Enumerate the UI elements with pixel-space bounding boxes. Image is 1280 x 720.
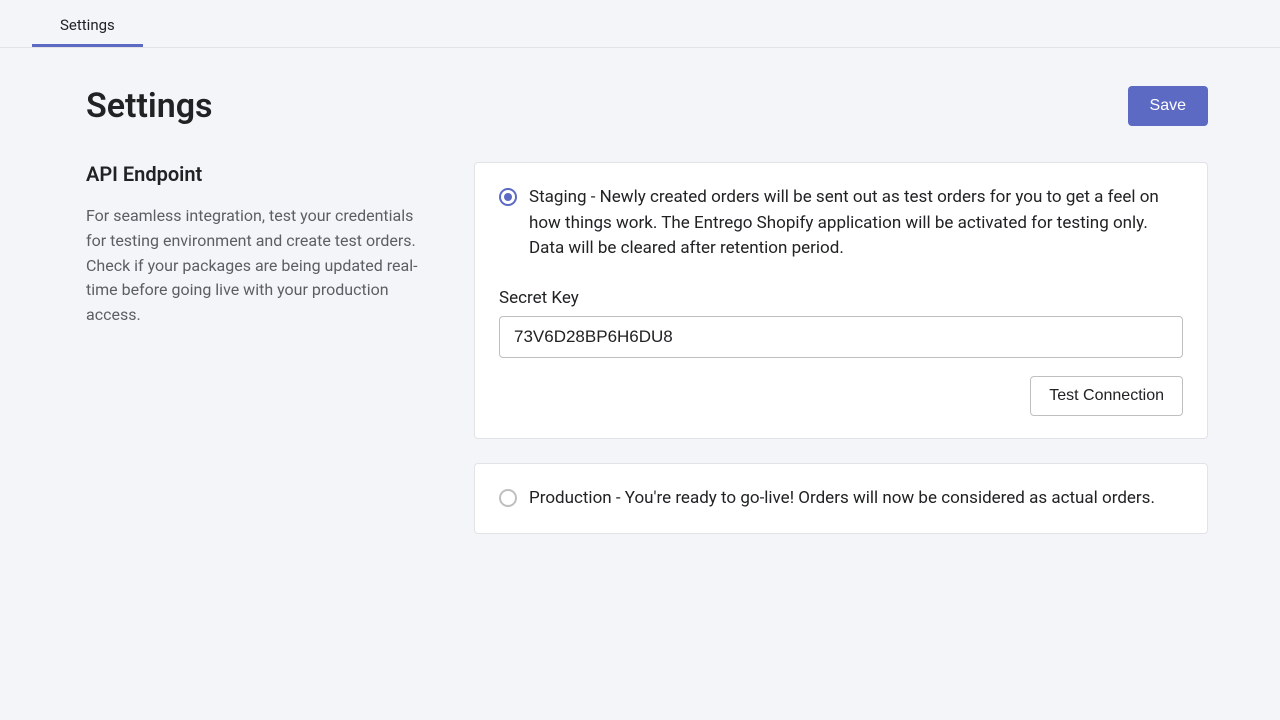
production-radio-row[interactable]: Production - You're ready to go-live! Or…: [499, 486, 1183, 512]
secret-key-input[interactable]: [499, 316, 1183, 358]
radio-selected-icon[interactable]: [499, 188, 517, 206]
page-header: Settings Save: [86, 86, 1208, 126]
test-connection-button[interactable]: Test Connection: [1030, 376, 1183, 416]
staging-card: Staging - Newly created orders will be s…: [474, 162, 1208, 439]
settings-layout: API Endpoint For seamless integration, t…: [86, 162, 1208, 558]
secret-key-label: Secret Key: [499, 288, 1183, 308]
production-radio-label: Production - You're ready to go-live! Or…: [529, 486, 1155, 512]
save-button[interactable]: Save: [1128, 86, 1208, 126]
section-info: API Endpoint For seamless integration, t…: [86, 162, 426, 558]
section-form: Staging - Newly created orders will be s…: [474, 162, 1208, 558]
page-content: Settings Save API Endpoint For seamless …: [0, 48, 1280, 558]
radio-dot-icon: [504, 193, 512, 201]
staging-radio-label: Staging - Newly created orders will be s…: [529, 185, 1183, 262]
tab-settings[interactable]: Settings: [32, 4, 143, 47]
staging-radio-row[interactable]: Staging - Newly created orders will be s…: [499, 185, 1183, 262]
radio-unselected-icon[interactable]: [499, 489, 517, 507]
tabs-bar: Settings: [0, 0, 1280, 48]
test-connection-row: Test Connection: [499, 376, 1183, 416]
section-description: For seamless integration, test your cred…: [86, 204, 426, 328]
page-title: Settings: [86, 86, 213, 126]
production-card: Production - You're ready to go-live! Or…: [474, 463, 1208, 535]
section-title: API Endpoint: [86, 162, 426, 186]
secret-key-field: Secret Key: [499, 288, 1183, 358]
